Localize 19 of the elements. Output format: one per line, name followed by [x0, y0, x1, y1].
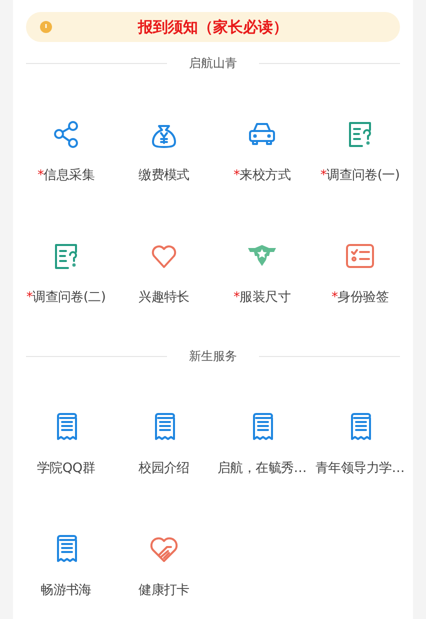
menu-item[interactable]: 校园介绍 — [115, 367, 213, 489]
menu-item[interactable]: 兴趣特长 — [115, 196, 213, 318]
menu-item[interactable]: 缴费模式 — [115, 74, 213, 196]
menu-item[interactable]: 学院QQ群 — [17, 367, 115, 489]
menu-item[interactable]: *服装尺寸 — [213, 196, 311, 318]
section-title: 新生服务 — [188, 348, 238, 365]
menu-item[interactable]: *调查问卷(二) — [17, 196, 115, 318]
menu-item[interactable]: *身份验签 — [311, 196, 409, 318]
notice-text: 报到须知（家长必读） — [138, 16, 288, 38]
info-icon — [40, 21, 52, 33]
menu-item[interactable]: *来校方式 — [213, 74, 311, 196]
menu-item[interactable]: 健康打卡 — [115, 489, 213, 611]
menu-item[interactable]: 启航，在毓秀… — [213, 367, 311, 489]
notice-bar[interactable]: 报到须知（家长必读） — [26, 12, 400, 42]
menu-item[interactable]: 畅游书海 — [17, 489, 115, 611]
menu-item[interactable]: 青年领导力学… — [311, 367, 409, 489]
menu-item[interactable]: *信息采集 — [17, 74, 115, 196]
section-title: 启航山青 — [188, 55, 238, 72]
menu-item[interactable]: *调查问卷(一) — [311, 74, 409, 196]
